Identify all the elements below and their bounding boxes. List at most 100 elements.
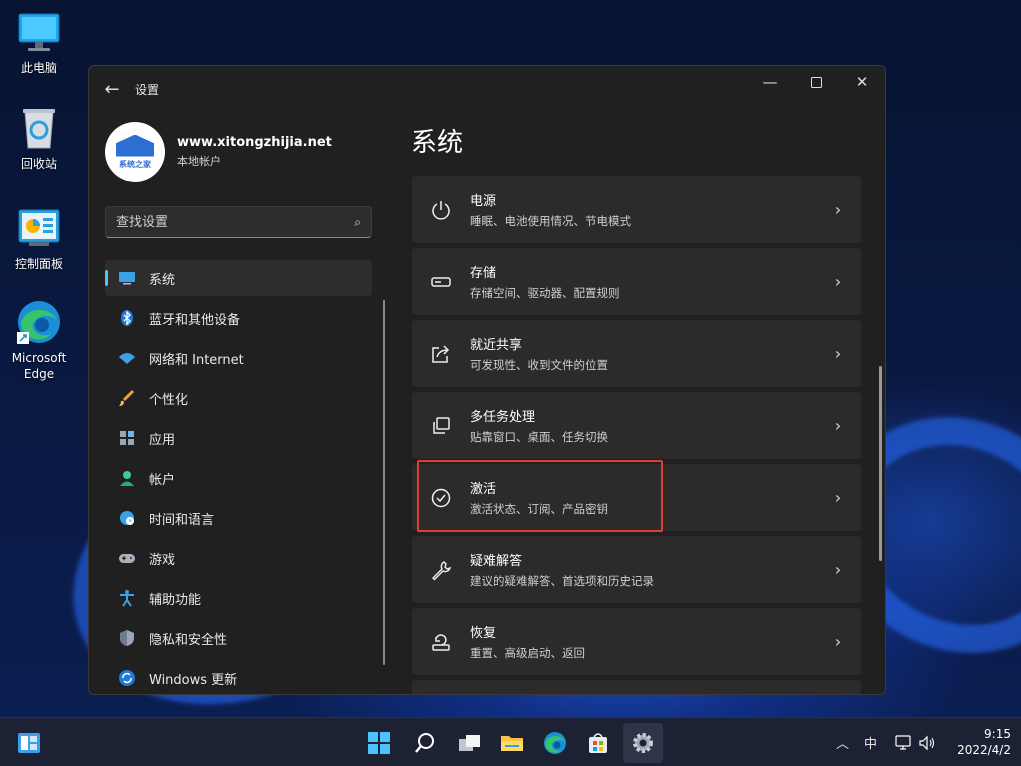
sidebar-item-label: 辅助功能 [149,592,202,608]
sidebar-item-apps[interactable]: 应用 [105,420,372,456]
control-panel-icon [15,204,63,252]
gear-icon [633,733,653,753]
user-profile[interactable]: 系统之家 www.xitongzhijia.net 本地帐户 [105,122,332,182]
desktop-icon-label: 控制面板 [14,257,63,271]
close-button[interactable]: ✕ [839,66,885,98]
sidebar-item-system[interactable]: 系统 [105,260,372,296]
sidebar-item-privacy[interactable]: 隐私和安全性 [105,620,372,656]
folder-icon [501,736,523,751]
sidebar-scrollbar[interactable] [383,300,385,665]
card-partial[interactable] [412,680,861,694]
network-tray-icon[interactable] [895,718,913,766]
minimize-icon: — [762,73,778,91]
chevron-right-icon: › [834,272,842,291]
page-title: 系统 [411,128,464,158]
sidebar-item-bluetooth[interactable]: 蓝牙和其他设备 [105,300,372,336]
sidebar-item-accessibility[interactable]: 辅助功能 [105,580,372,616]
desktop-icon-label: Microsoft Edge [11,351,67,381]
taskbar-edge-button[interactable] [535,723,575,763]
desktop-icon-this-pc[interactable]: 此电脑 [4,8,74,76]
storage-icon [412,271,470,293]
windows-logo-icon [368,732,390,754]
task-view-icon [459,735,480,751]
card-multitasking[interactable]: 多任务处理 贴靠窗口、桌面、任务切换 › [412,392,861,459]
input-indicator[interactable]: 中 [864,718,877,766]
card-troubleshoot[interactable]: 疑难解答 建议的疑难解答、首选项和历史记录 › [412,536,861,603]
task-view-button[interactable] [450,723,490,763]
file-explorer-button[interactable] [492,723,532,763]
sidebar-item-windows-update[interactable]: Windows 更新 [105,660,372,694]
card-subtitle: 重置、高级启动、返回 [470,646,585,660]
edge-icon [544,732,566,754]
card-nearby-sharing[interactable]: 就近共享 可发现性、收到文件的位置 › [412,320,861,387]
sidebar-item-personalization[interactable]: 个性化 [105,380,372,416]
clock[interactable]: 9:15 2022/4/2 [957,726,1011,758]
volume-tray-icon[interactable] [918,718,936,766]
recycle-bin-icon [15,104,63,152]
sidebar-item-label: 网络和 Internet [149,352,244,368]
card-recovery[interactable]: 恢复 重置、高级启动、返回 › [412,608,861,675]
sidebar-item-label: 隐私和安全性 [149,632,228,648]
card-subtitle: 存储空间、驱动器、配置规则 [470,286,620,300]
desktop-icon-edge[interactable]: Microsoft Edge [4,298,74,382]
display-icon [117,268,137,288]
search-box[interactable]: ⌕ [105,206,372,238]
start-button[interactable] [359,723,399,763]
taskbar: ︿ 中 9:15 2022/4/2 [0,717,1021,766]
widgets-icon [18,733,40,753]
widgets-button[interactable] [9,723,49,763]
chevron-right-icon: › [834,488,842,507]
sidebar-item-label: 个性化 [149,392,189,408]
settings-window: ← 设置 — ✕ 系统之家 www.xitongzhijia.net 本地帐户 … [88,65,886,695]
minimize-button[interactable]: — [747,66,793,98]
settings-app-button[interactable] [623,723,663,763]
accessibility-icon [117,588,137,608]
card-storage[interactable]: 存储 存储空间、驱动器、配置规则 › [412,248,861,315]
network-icon [895,734,911,750]
chevron-right-icon: › [834,560,842,579]
desktop-icon-recycle-bin[interactable]: 回收站 [4,104,74,172]
profile-name: www.xitongzhijia.net [177,135,332,150]
card-title: 多任务处理 [470,410,536,425]
card-power[interactable]: 电源 睡眠、电池使用情况、节电模式 › [412,176,861,243]
store-button[interactable] [578,723,618,763]
shield-icon [117,628,137,648]
chevron-up-icon: ︿ [836,737,850,752]
card-subtitle: 建议的疑难解答、首选项和历史记录 [470,574,654,588]
globe-clock-icon [117,508,137,528]
bluetooth-icon [117,308,137,328]
card-title: 存储 [470,266,497,281]
card-title: 疑难解答 [470,554,523,569]
brush-icon [117,388,137,408]
search-input[interactable] [116,214,355,230]
apps-icon [117,428,137,448]
gamepad-icon [117,548,137,568]
card-title: 电源 [470,194,497,209]
settings-cards-list: 电源 睡眠、电池使用情况、节电模式 › 存储 存储空间、驱动器、配置规则 › 就… [412,176,861,694]
main-scrollbar[interactable] [879,366,882,561]
sidebar-item-gaming[interactable]: 游戏 [105,540,372,576]
chevron-right-icon: › [834,416,842,435]
wrench-icon [412,559,470,581]
desktop-icon-control-panel[interactable]: 控制面板 [4,204,74,272]
sidebar-item-label: 帐户 [149,472,176,488]
sidebar-item-time-language[interactable]: 时间和语言 [105,500,372,536]
sidebar-item-accounts[interactable]: 帐户 [105,460,372,496]
wifi-icon [117,348,137,368]
sidebar-nav: 系统 蓝牙和其他设备 网络和 Internet 个性化 应用 帐户 时间和语言 … [105,260,372,694]
recovery-icon [412,631,470,653]
sidebar-item-network[interactable]: 网络和 Internet [105,340,372,376]
window-title: 设置 [135,82,160,97]
sidebar-item-label: 蓝牙和其他设备 [149,312,241,328]
taskbar-search-button[interactable] [405,723,445,763]
monitor-icon [15,8,63,56]
share-icon [412,343,470,365]
chevron-right-icon: › [834,632,842,651]
person-icon [117,468,137,488]
back-button[interactable]: ← [89,66,135,112]
clock-date: 2022/4/2 [957,743,1011,757]
show-hidden-icons-button[interactable]: ︿ [836,718,849,766]
card-subtitle: 可发现性、收到文件的位置 [470,358,608,372]
maximize-button[interactable] [793,66,839,98]
search-icon[interactable]: ⌕ [354,215,361,230]
